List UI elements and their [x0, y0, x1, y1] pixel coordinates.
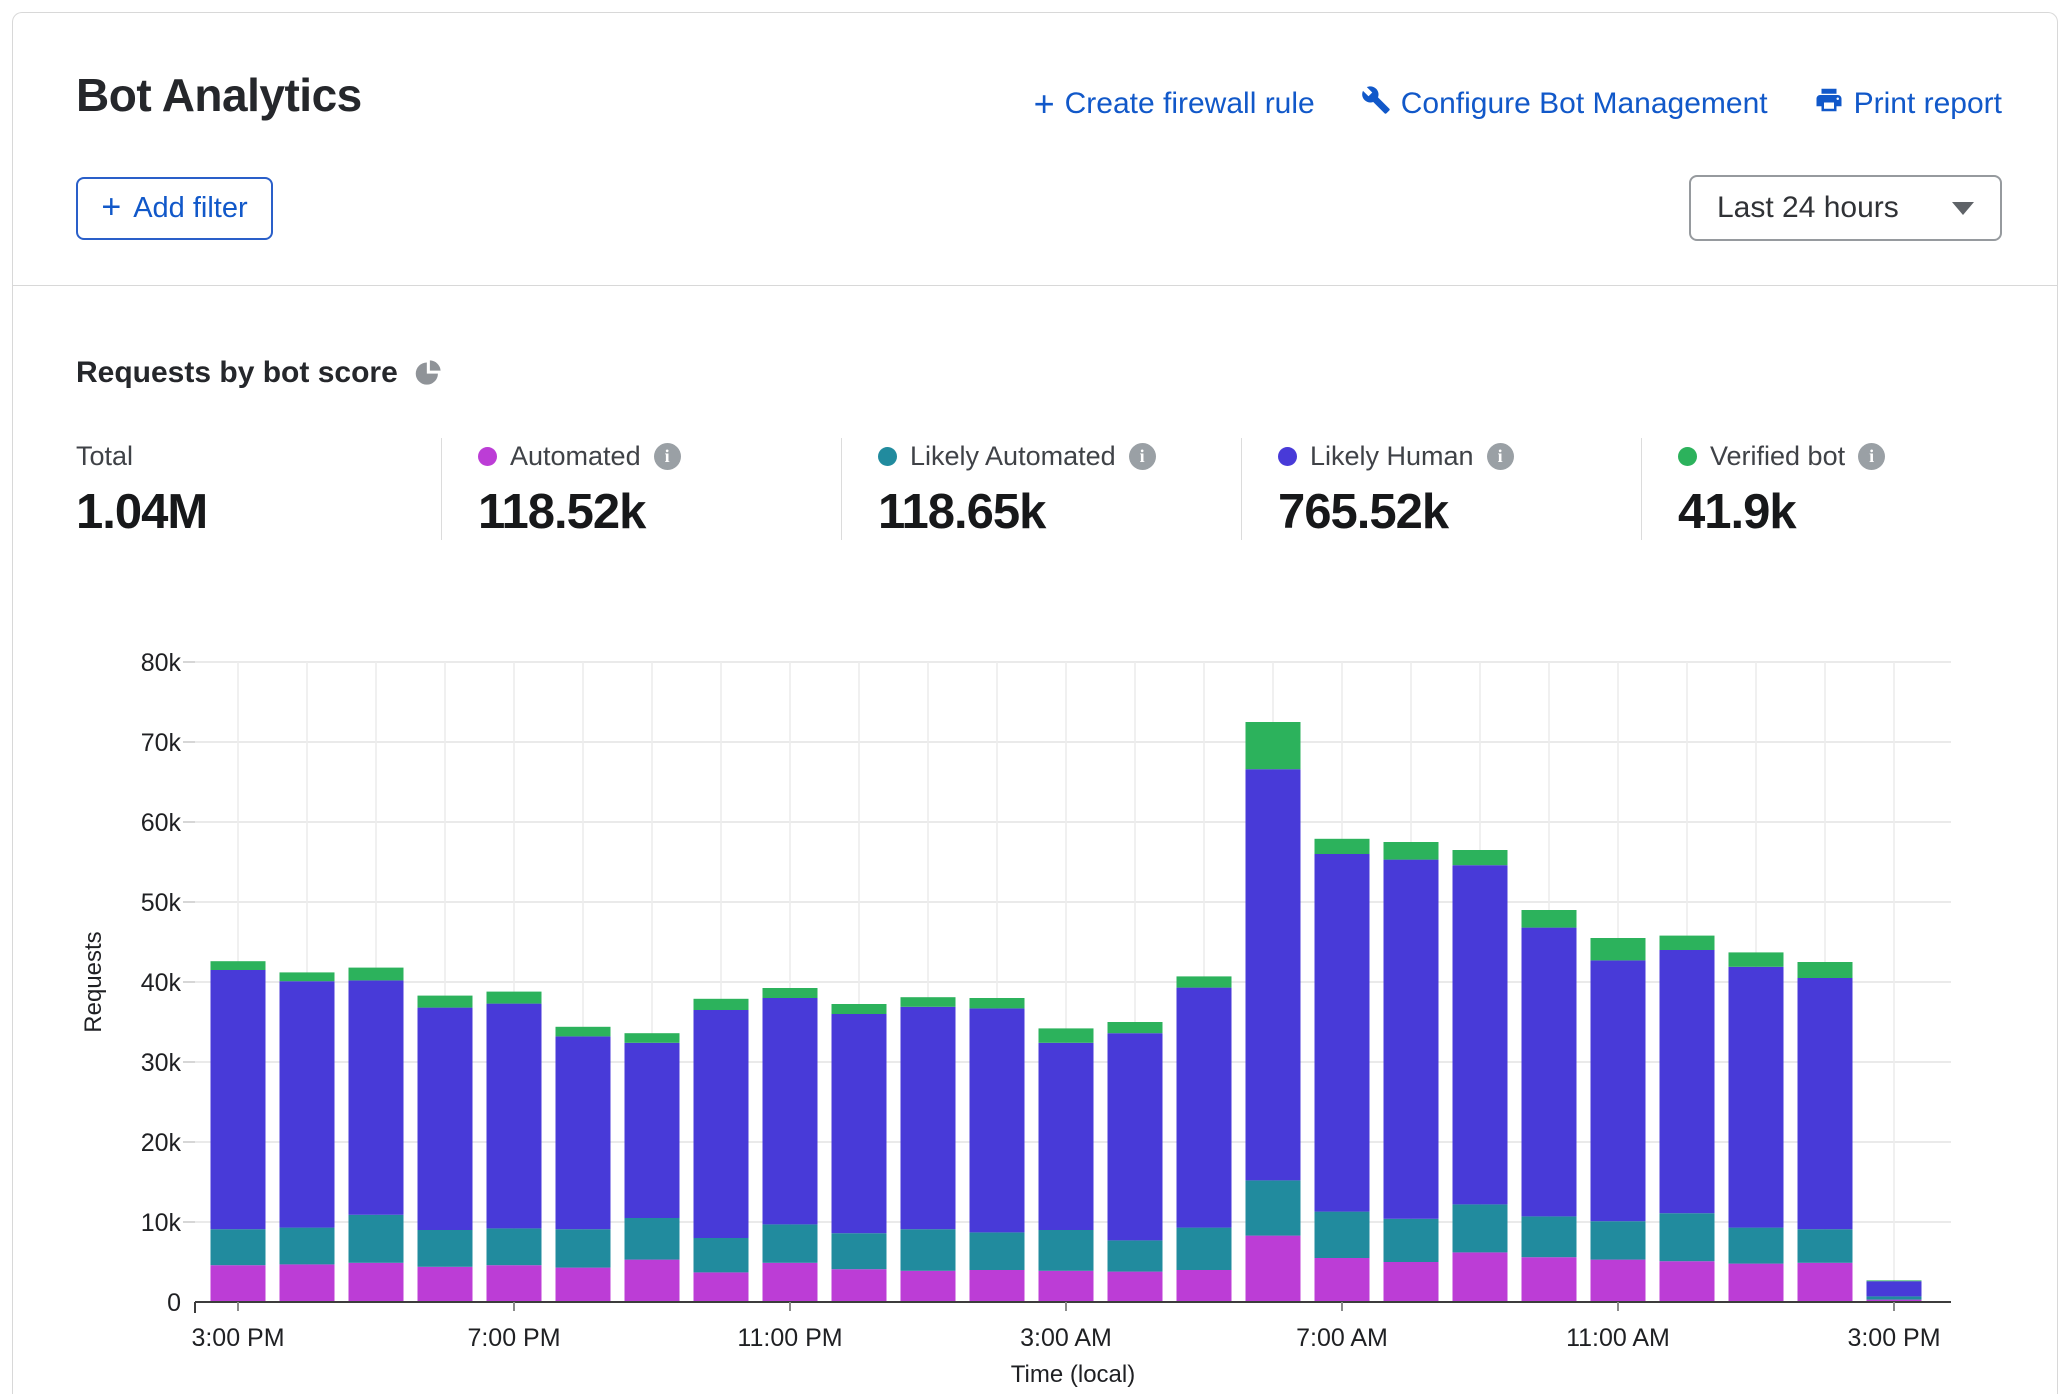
svg-text:80k: 80k — [141, 649, 182, 677]
card-body: Requests by bot score Total 1.04M Automa… — [13, 286, 2057, 1394]
stat-verified-bot-value: 41.9k — [1678, 484, 1981, 540]
svg-text:3:00 PM: 3:00 PM — [1847, 1324, 1940, 1352]
stat-total-value: 1.04M — [76, 484, 421, 540]
configure-bot-management-link[interactable]: Configure Bot Management — [1361, 85, 1768, 123]
svg-text:60k: 60k — [141, 809, 182, 837]
configure-bot-management-label: Configure Bot Management — [1401, 87, 1768, 121]
wrench-icon — [1361, 85, 1391, 123]
printer-icon — [1814, 85, 1844, 123]
info-icon[interactable]: i — [654, 443, 681, 470]
plus-icon: + — [1034, 89, 1055, 119]
stat-verified-bot-label: Verified bot — [1710, 441, 1845, 472]
info-icon[interactable]: i — [1858, 443, 1885, 470]
plus-icon: + — [101, 190, 121, 224]
svg-text:Requests: Requests — [80, 931, 107, 1032]
svg-text:10k: 10k — [141, 1209, 182, 1237]
section-title-row: Requests by bot score — [76, 356, 442, 390]
requests-by-bot-score-chart[interactable]: 0 10k 20k 30k 40k 50k 60k 70k 80k 3:00 PM 7:00 PM 1… — [13, 600, 2059, 1394]
stat-likely-human-label: Likely Human — [1310, 441, 1474, 472]
svg-text:0: 0 — [167, 1289, 181, 1317]
section-title: Requests by bot score — [76, 356, 398, 390]
svg-text:7:00 AM: 7:00 AM — [1296, 1324, 1388, 1352]
likely-human-legend-dot — [1278, 447, 1297, 466]
likely-automated-legend-dot — [878, 447, 897, 466]
svg-text:Time (local): Time (local) — [1011, 1361, 1135, 1388]
svg-text:11:00 PM: 11:00 PM — [737, 1324, 842, 1352]
info-icon[interactable]: i — [1487, 443, 1514, 470]
add-filter-button[interactable]: + Add filter — [76, 177, 273, 240]
bot-analytics-card: Bot Analytics + Create firewall rule Con… — [12, 12, 2058, 1394]
svg-text:7:00 PM: 7:00 PM — [467, 1324, 560, 1352]
svg-text:70k: 70k — [141, 729, 182, 757]
stat-automated-value: 118.52k — [478, 484, 821, 540]
stat-verified-bot: Verified bot i 41.9k — [1641, 438, 2001, 540]
header-actions: + Create firewall rule Configure Bot Man… — [1034, 85, 2002, 123]
stat-likely-human-value: 765.52k — [1278, 484, 1621, 540]
stat-total: Total 1.04M — [76, 438, 441, 540]
svg-text:20k: 20k — [141, 1129, 182, 1157]
pie-chart-icon — [414, 359, 442, 387]
svg-text:40k: 40k — [141, 969, 182, 997]
print-report-label: Print report — [1854, 87, 2002, 121]
svg-text:50k: 50k — [141, 889, 182, 917]
stat-total-label: Total — [76, 441, 133, 472]
svg-text:11:00 AM: 11:00 AM — [1566, 1324, 1670, 1352]
page-title: Bot Analytics — [76, 68, 362, 122]
verified-bot-legend-dot — [1678, 447, 1697, 466]
print-report-link[interactable]: Print report — [1814, 85, 2002, 123]
svg-text:30k: 30k — [141, 1049, 182, 1077]
svg-text:3:00 PM: 3:00 PM — [191, 1324, 284, 1352]
time-range-value: Last 24 hours — [1717, 191, 1899, 225]
stats-row: Total 1.04M Automated i 118.52k Likely A… — [76, 438, 2006, 540]
card-header: Bot Analytics + Create firewall rule Con… — [13, 13, 2057, 286]
time-range-select[interactable]: Last 24 hours — [1689, 175, 2002, 241]
stat-automated: Automated i 118.52k — [441, 438, 841, 540]
stat-likely-human: Likely Human i 765.52k — [1241, 438, 1641, 540]
stat-automated-label: Automated — [510, 441, 641, 472]
stat-likely-automated-value: 118.65k — [878, 484, 1221, 540]
add-filter-label: Add filter — [133, 192, 247, 225]
automated-legend-dot — [478, 447, 497, 466]
info-icon[interactable]: i — [1129, 443, 1156, 470]
chevron-down-icon — [1952, 202, 1974, 215]
create-firewall-rule-link[interactable]: + Create firewall rule — [1034, 87, 1315, 121]
create-firewall-rule-label: Create firewall rule — [1065, 87, 1315, 121]
stat-likely-automated: Likely Automated i 118.65k — [841, 438, 1241, 540]
stat-likely-automated-label: Likely Automated — [910, 441, 1116, 472]
svg-text:3:00 AM: 3:00 AM — [1020, 1324, 1112, 1352]
